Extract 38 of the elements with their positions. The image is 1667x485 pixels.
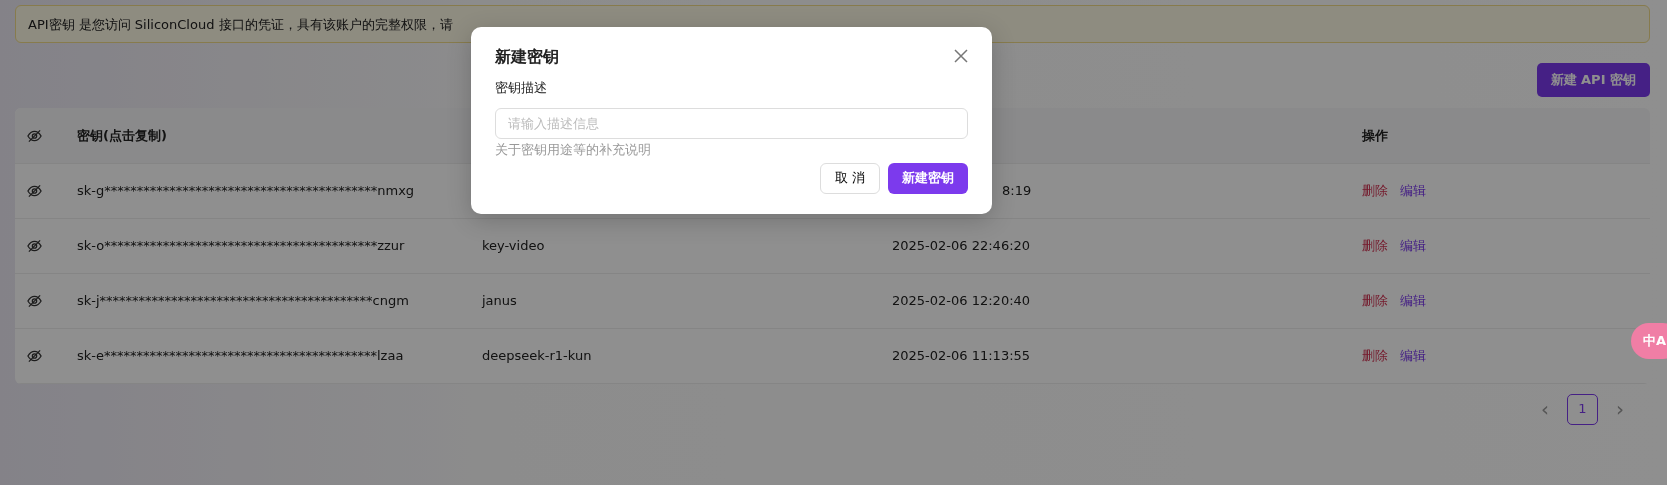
edit-link[interactable]: 编辑 (1400, 347, 1426, 363)
previous-page-button[interactable]: ‹ (1537, 394, 1553, 424)
delete-link[interactable]: 删除 (1362, 237, 1388, 253)
page-button[interactable]: 1 (1567, 393, 1598, 425)
eye-slash-icon[interactable] (27, 349, 42, 364)
key-description: key-video (482, 237, 545, 253)
translate-widget[interactable]: 中A (1631, 323, 1667, 359)
eye-slash-icon[interactable] (27, 239, 42, 254)
api-key-text[interactable]: sk-o******************************************zzur (77, 237, 405, 253)
eye-slash-icon[interactable] (27, 184, 42, 199)
edit-link[interactable]: 编辑 (1400, 237, 1426, 253)
created-time: 2025-02-06 22:46:20 (892, 237, 1031, 253)
cancel-button[interactable]: 取 消 (819, 162, 880, 194)
edit-link[interactable]: 编辑 (1400, 182, 1426, 198)
delete-link[interactable]: 删除 (1362, 347, 1388, 363)
create-key-button[interactable]: 新建密钥 (888, 162, 968, 194)
key-description: janus (482, 292, 517, 308)
created-time: 2025-02-06 11:13:55 (892, 347, 1031, 363)
field-label: 密钥描述 (495, 79, 548, 96)
next-page-button[interactable]: › (1612, 394, 1628, 424)
created-time: 8:19 (1001, 181, 1032, 200)
delete-link[interactable]: 删除 (1362, 292, 1388, 308)
eye-slash-icon[interactable] (27, 294, 42, 309)
api-key-text[interactable]: sk-e******************************************lzaa (77, 347, 404, 363)
edit-link[interactable]: 编辑 (1400, 292, 1426, 308)
create-api-key-button[interactable]: 新建 API 密钥 (1536, 63, 1650, 97)
api-key-text[interactable]: sk-g******************************************nmxg (77, 182, 415, 198)
help-text: 关于密钥用途等的补充说明 (495, 140, 652, 159)
close-icon (952, 46, 970, 65)
api-key-text[interactable]: sk-j******************************************cngm (77, 292, 409, 308)
eye-slash-icon[interactable] (27, 129, 42, 143)
delete-link[interactable]: 删除 (1362, 182, 1388, 198)
column-header: 操作 (1362, 127, 1388, 143)
column-header: 密钥(点击复制) (77, 127, 167, 143)
description-input[interactable]: 请输入描述信息 (495, 107, 968, 139)
created-time: 2025-02-06 12:20:40 (892, 292, 1031, 308)
key-description: deepseek-r1-kun (482, 347, 592, 363)
dialog-title: 新建密钥 (495, 47, 559, 67)
